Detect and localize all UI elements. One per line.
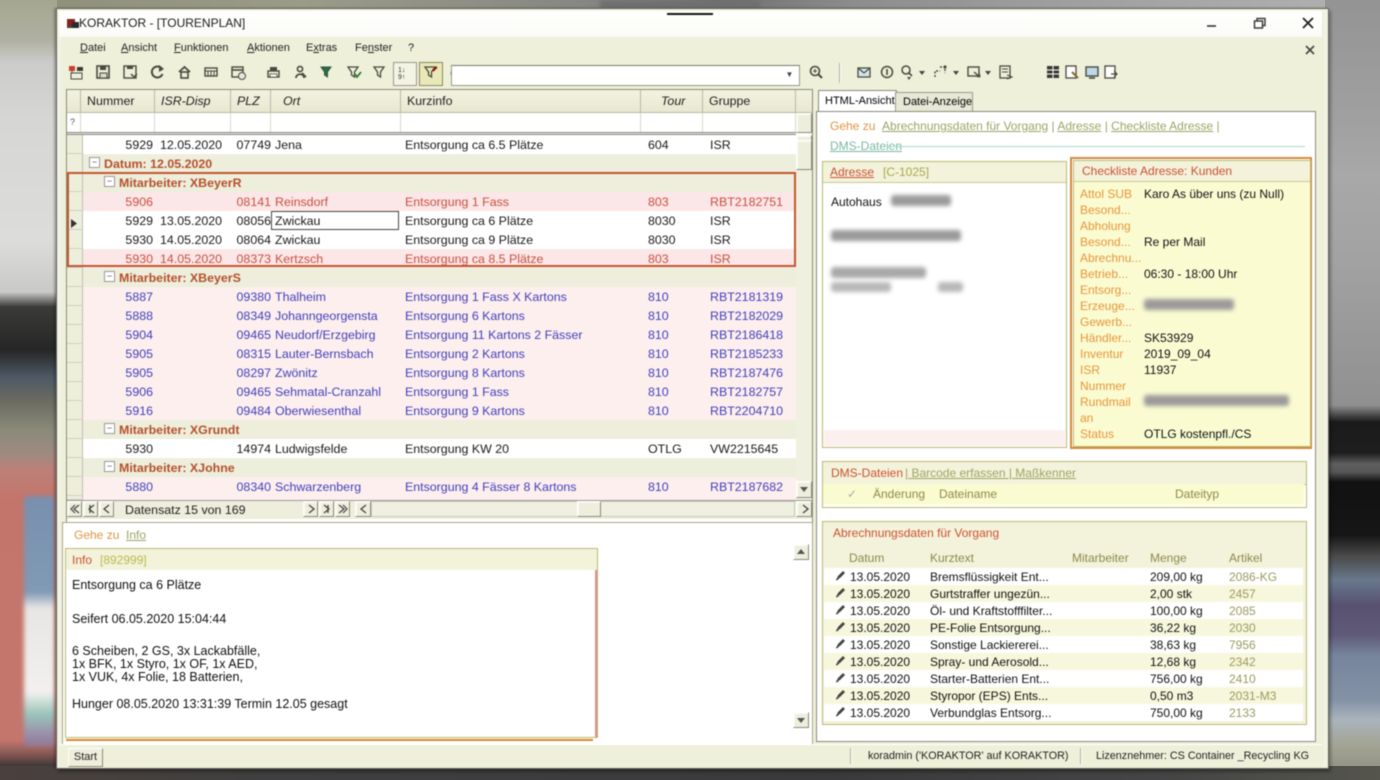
svg-text:1↓: 1↓ bbox=[398, 67, 405, 74]
svg-text:9↑: 9↑ bbox=[398, 74, 405, 81]
